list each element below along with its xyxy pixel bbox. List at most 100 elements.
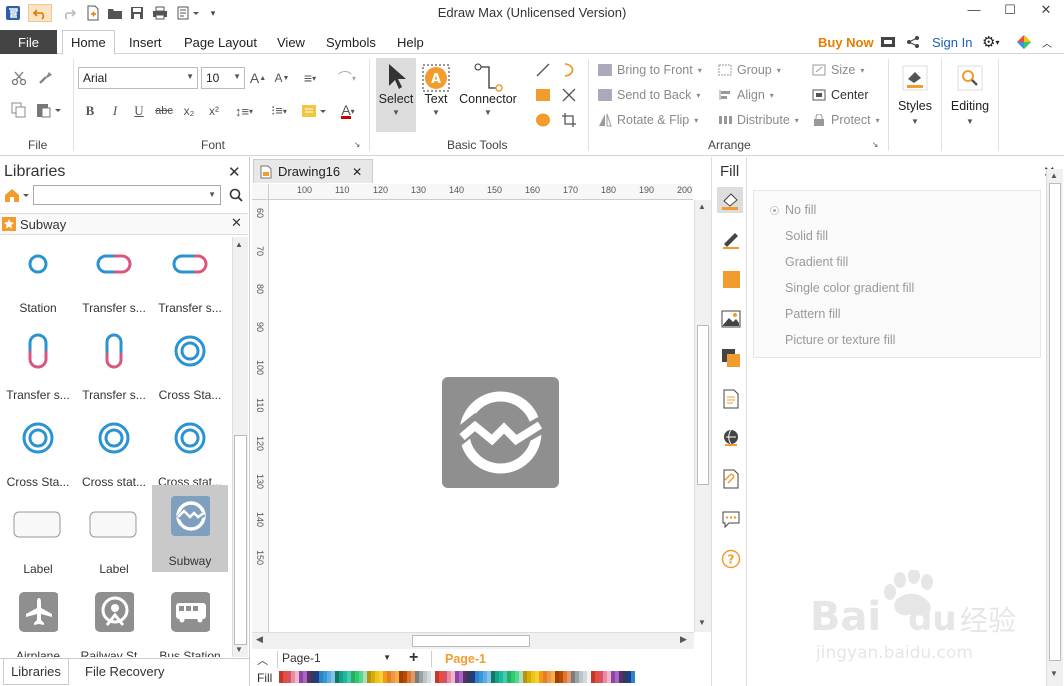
scroll-down-arrow-icon[interactable]: ▼ [1050,669,1058,678]
cross-tool-icon[interactable] [560,86,578,104]
sign-in-link[interactable]: Sign In [932,30,972,54]
center-button[interactable]: Center [812,88,869,102]
ellipse-tool-icon[interactable] [534,111,552,129]
fill-option-pattern[interactable]: Pattern fill [770,307,841,321]
editing-button[interactable]: Editing ▼ [946,59,994,147]
new-document-icon[interactable] [84,4,102,22]
canvas-vertical-scroll-thumb[interactable] [697,325,709,485]
group-button[interactable]: Group ▾ [718,63,781,77]
shape-label-box[interactable]: Label [0,498,76,585]
redo-icon[interactable] [60,4,78,22]
page-tab-active[interactable]: Page-1 [445,652,486,666]
shape-airplane[interactable]: Airplane [0,585,76,657]
add-page-icon[interactable]: + [409,649,418,667]
distribute-button[interactable]: Distribute ▾ [718,113,799,127]
drawing-page[interactable] [269,200,693,632]
font-dialog-launcher-icon[interactable]: ↘ [352,139,362,149]
text-tool-button[interactable]: A Text ▼ [419,58,453,132]
line-panel-icon[interactable] [720,228,742,250]
radio-no-fill[interactable] [770,205,779,215]
scroll-down-arrow-icon[interactable]: ▼ [698,618,706,627]
line-spacing-icon[interactable]: ↕≡ ▾ [230,102,258,120]
minimize-button[interactable]: — [960,2,988,22]
font-color-icon[interactable]: A ▾ [334,102,362,120]
shape-cross-station[interactable]: Cross Sta... [0,411,76,498]
page-select[interactable]: Page-1 ▼ [277,651,397,668]
tab-libraries[interactable]: Libraries [3,659,69,685]
shadow-panel-icon[interactable] [720,268,742,290]
library-scrollbar[interactable]: ▲ ▼ [232,237,248,657]
collapse-ribbon-icon[interactable]: ︿ [1042,30,1052,54]
scroll-right-arrow-icon[interactable]: ▶ [680,634,687,645]
close-window-button[interactable]: ✕ [1032,2,1060,22]
tab-help[interactable]: Help [397,30,424,54]
crop-tool-icon[interactable] [560,111,578,129]
send-to-back-button[interactable]: Send to Back ▾ [598,88,700,102]
library-search-input[interactable]: ▼ [33,185,221,205]
cart-icon[interactable] [880,30,896,54]
shape-bus-station[interactable]: Bus Station [152,585,228,657]
fill-option-solid[interactable]: Solid fill [770,229,828,243]
library-search-icon[interactable] [228,187,244,203]
shape-transfer-station[interactable]: Transfer s... [76,324,152,411]
comment-panel-icon[interactable] [720,508,742,530]
subway-shape-on-canvas[interactable] [442,377,559,488]
shape-label-box[interactable]: Label [76,498,152,585]
strikethrough-button[interactable]: abc [154,102,174,120]
fill-panel-scrollbar[interactable]: ▲ ▼ [1046,169,1063,686]
library-category-header[interactable]: Subway ✕ [0,213,248,235]
page-panel-icon[interactable] [720,388,742,410]
text-highlight-icon[interactable] [300,102,328,120]
fill-panel-scroll-thumb[interactable] [1049,183,1061,661]
scroll-up-arrow-icon[interactable]: ▲ [698,202,706,211]
fill-option-single-color-gradient[interactable]: Single color gradient fill [770,281,914,295]
select-tool-button[interactable]: Select ▼ [376,58,416,132]
bullets-icon[interactable]: ⁝≡ ▾ [264,102,294,120]
scroll-up-arrow-icon[interactable]: ▲ [1050,171,1058,180]
cut-icon[interactable] [10,69,28,87]
grow-font-icon[interactable]: A ▲ [249,69,267,87]
rectangle-tool-icon[interactable] [534,86,552,104]
shape-transfer-station[interactable]: Transfer s... [76,237,152,324]
text-direction-icon[interactable]: ⌒ ▾ [332,69,362,87]
print-icon[interactable] [151,4,169,22]
fill-option-gradient[interactable]: Gradient fill [770,255,848,269]
scroll-up-arrow-icon[interactable]: ▲ [235,240,243,249]
close-category-icon[interactable]: ✕ [231,215,242,231]
underline-button[interactable]: U [131,102,147,120]
arc-tool-icon[interactable] [560,61,578,79]
tab-symbols[interactable]: Symbols [326,30,376,54]
close-libraries-icon[interactable]: ✕ [228,163,241,181]
fill-panel-icon[interactable] [717,187,743,213]
align-button[interactable]: Align ▾ [718,88,774,102]
shrink-font-icon[interactable]: A ▼ [273,69,291,87]
canvas-horizontal-scroll-thumb[interactable] [412,635,530,647]
protect-button[interactable]: Protect ▾ [812,113,880,127]
export-icon[interactable] [176,4,202,22]
document-tab[interactable]: Drawing16 ✕ [253,159,373,183]
fill-option-no-fill[interactable]: No fill [770,203,816,217]
tab-file-recovery[interactable]: File Recovery [85,664,164,679]
font-size-select[interactable]: 10 ▼ [201,67,245,89]
close-document-icon[interactable]: ✕ [352,165,362,179]
maximize-button[interactable]: ☐ [996,2,1024,22]
library-scroll-thumb[interactable] [234,435,247,645]
color-swatch[interactable] [631,671,635,683]
undo-icon[interactable] [28,4,52,22]
shape-subway[interactable]: Subway [152,485,228,572]
library-home-icon[interactable] [3,186,31,204]
save-icon[interactable] [128,4,146,22]
line-tool-icon[interactable] [534,61,552,79]
image-panel-icon[interactable] [720,308,742,330]
share-icon[interactable] [906,30,920,54]
shape-railway-station[interactable]: Railway St... [76,585,152,657]
page-nav-up-icon[interactable]: ︿ [257,652,268,668]
canvas-horizontal-scrollbar[interactable]: ◀ ▶ [252,632,694,649]
canvas-vertical-scrollbar[interactable]: ▲ ▼ [694,200,711,632]
connector-tool-button[interactable]: Connector ▼ [456,58,520,132]
help-panel-icon[interactable]: ? [720,548,742,570]
copy-icon[interactable] [10,101,28,119]
paste-icon[interactable] [34,101,64,119]
color-swatches[interactable] [279,671,635,683]
tab-home[interactable]: Home [62,30,115,55]
